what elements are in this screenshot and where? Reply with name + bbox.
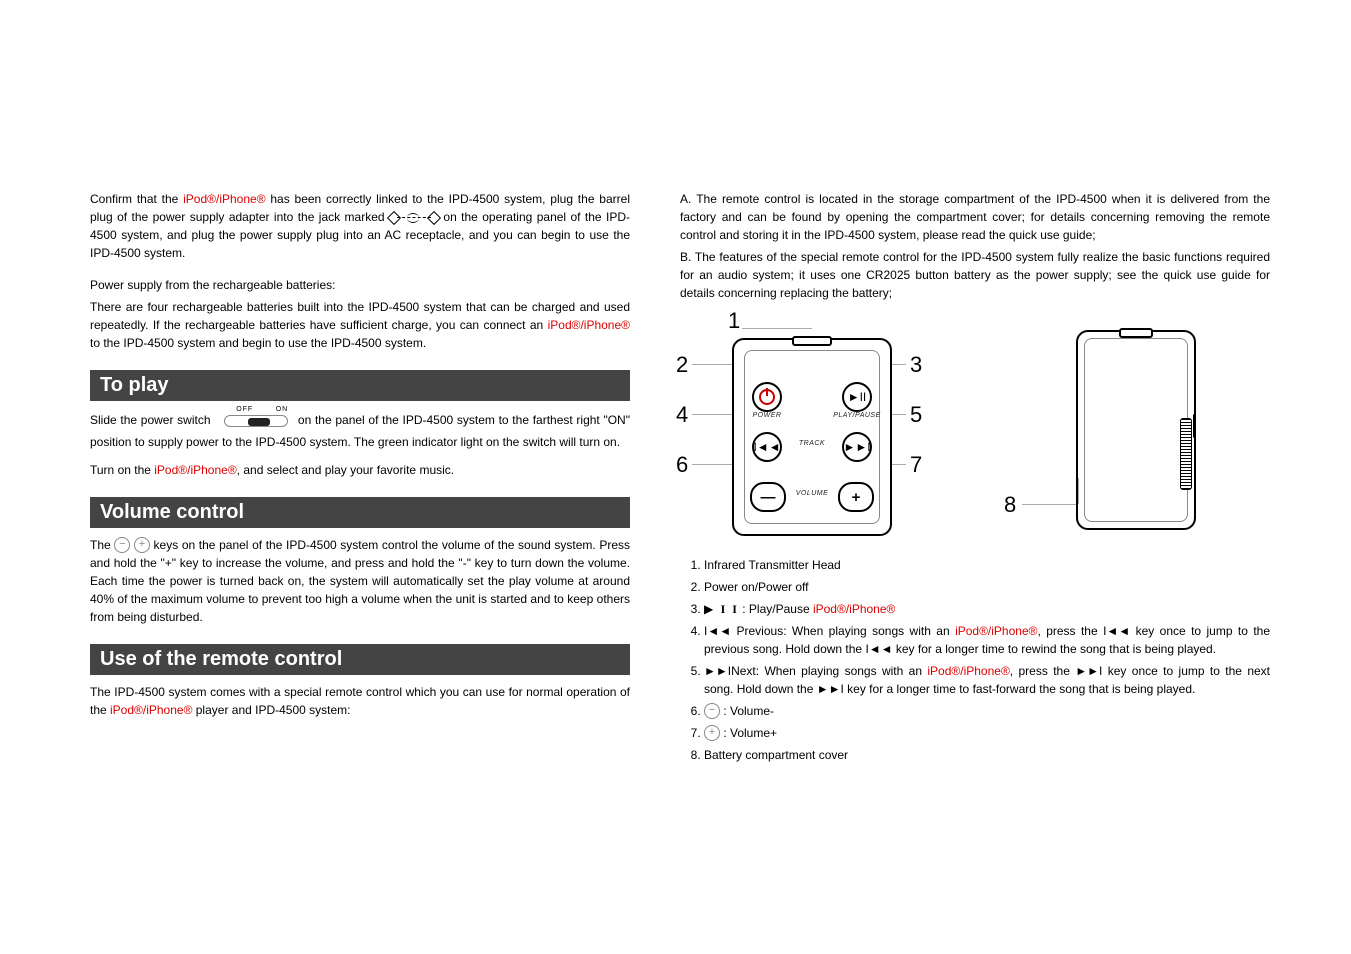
power-switch-icon: OFF ON [214, 405, 294, 429]
ipod-tm: iPod®/iPhone® [154, 463, 236, 477]
remote-paragraph: The IPD-4500 system comes with a special… [90, 683, 630, 719]
ipod-tm: iPod®/iPhone® [955, 624, 1037, 638]
callout-8: 8 [1004, 492, 1016, 518]
play-icon: ▶ I I [704, 602, 739, 616]
intro-paragraph: Confirm that the iPod®/iPhone® has been … [90, 190, 630, 262]
play-paragraph: Slide the power switch OFF ON on the pan… [90, 409, 630, 451]
callout-3: 3 [910, 352, 922, 378]
label-playpause: PLAY/PAUSE [833, 412, 881, 419]
callout-2: 2 [676, 352, 688, 378]
text: , press the [1010, 664, 1075, 678]
ir-transmitter-icon [1119, 328, 1153, 338]
callout-7: 7 [910, 452, 922, 478]
text: : Play/Pause [739, 602, 813, 616]
next-icon: ►►I [704, 664, 731, 678]
text: , and select and play your favorite musi… [237, 463, 454, 477]
legend-item-1: Infrared Transmitter Head [704, 556, 1270, 574]
text: The [90, 538, 114, 552]
callout-5: 5 [910, 402, 922, 428]
section-remote: Use of the remote control [90, 644, 630, 675]
note-b: B. The features of the special remote co… [680, 248, 1270, 302]
label-track: TRACK [792, 440, 832, 447]
legend-item-4: I◄◄ Previous: When playing songs with an… [704, 622, 1270, 658]
battery-cover-icon [1180, 418, 1192, 490]
text: Slide the power switch [90, 413, 214, 427]
legend-item-3: ▶ I I : Play/Pause iPod®/iPhone® [704, 600, 1270, 618]
right-column: A. The remote control is located in the … [680, 190, 1270, 768]
minus-icon: − [704, 703, 720, 719]
power-button-icon [752, 382, 782, 412]
ipod-tm: iPod®/iPhone® [183, 192, 265, 206]
section-to-play: To play [90, 370, 630, 401]
prev-icon: I◄◄ [1103, 624, 1130, 638]
switch-on-label: ON [276, 405, 289, 416]
text: , press the [1037, 624, 1103, 638]
remote-diagram: 1 2 3 4 5 6 7 8 ►II POWER [676, 308, 1236, 548]
legend-list: Infrared Transmitter Head Power on/Power… [680, 556, 1270, 764]
legend-item-7: + : Volume+ [704, 724, 1270, 742]
text: player and IPD-4500 system: [192, 703, 350, 717]
ir-transmitter-icon [792, 336, 832, 346]
leader-line [1022, 504, 1078, 505]
label-volume: VOLUME [790, 490, 834, 497]
text: key for a longer time to rewind the song… [893, 642, 1217, 656]
battery-paragraph: There are four rechargeable batteries bu… [90, 298, 630, 352]
legend-item-5: ►►INext: When playing songs with an iPod… [704, 662, 1270, 698]
leader-line [742, 328, 812, 329]
remote-front-illustration: ►II POWER PLAY/PAUSE I◄◄ ►►I TRACK — + V… [732, 338, 892, 536]
ipod-tm: iPod®/iPhone® [813, 602, 895, 616]
legend-item-2: Power on/Power off [704, 578, 1270, 596]
text: : Volume+ [720, 726, 777, 740]
ipod-tm: iPod®/iPhone® [110, 703, 192, 717]
plus-icon: + [134, 537, 150, 553]
ipod-tm: iPod®/iPhone® [548, 318, 630, 332]
text: key for a longer time to fast-forward th… [844, 682, 1196, 696]
switch-off-label: OFF [236, 405, 253, 416]
volume-paragraph: The − + keys on the panel of the IPD-450… [90, 536, 630, 626]
text: Previous: When playing songs with an [731, 624, 955, 638]
text: keys on the panel of the IPD-4500 system… [90, 538, 630, 624]
text: to the IPD-4500 system and begin to use … [90, 336, 426, 350]
play-pause-button-icon: ►II [842, 382, 872, 412]
plus-icon: + [704, 725, 720, 741]
dc-jack-icon [389, 211, 439, 225]
legend-item-6: − : Volume- [704, 702, 1270, 720]
prev-icon: I◄◄ [865, 642, 892, 656]
next-icon: ►►I [817, 682, 844, 696]
legend-item-8: Battery compartment cover [704, 746, 1270, 764]
play-paragraph-2: Turn on the iPod®/iPhone®, and select an… [90, 461, 630, 479]
text: Next: When playing songs with an [731, 664, 927, 678]
battery-title: Power supply from the rechargeable batte… [90, 276, 630, 294]
callout-4: 4 [676, 402, 688, 428]
remote-back-illustration [1076, 330, 1196, 530]
volume-up-button-icon: + [838, 482, 874, 512]
text: : Volume- [720, 704, 774, 718]
text: Turn on the [90, 463, 154, 477]
prev-icon: I◄◄ [704, 624, 731, 638]
ipod-tm: iPod®/iPhone® [927, 664, 1009, 678]
text: Confirm that the [90, 192, 183, 206]
next-track-button-icon: ►►I [842, 432, 872, 462]
note-a: A. The remote control is located in the … [680, 190, 1270, 244]
callout-6: 6 [676, 452, 688, 478]
section-volume: Volume control [90, 497, 630, 528]
label-power: POWER [752, 412, 782, 419]
next-icon: ►►I [1075, 664, 1102, 678]
manual-page: Confirm that the iPod®/iPhone® has been … [0, 0, 1351, 828]
battery-cover-notch-icon [1193, 414, 1196, 438]
left-column: Confirm that the iPod®/iPhone® has been … [90, 190, 630, 768]
callout-1: 1 [728, 308, 740, 334]
prev-track-button-icon: I◄◄ [752, 432, 782, 462]
volume-down-button-icon: — [750, 482, 786, 512]
minus-icon: − [114, 537, 130, 553]
